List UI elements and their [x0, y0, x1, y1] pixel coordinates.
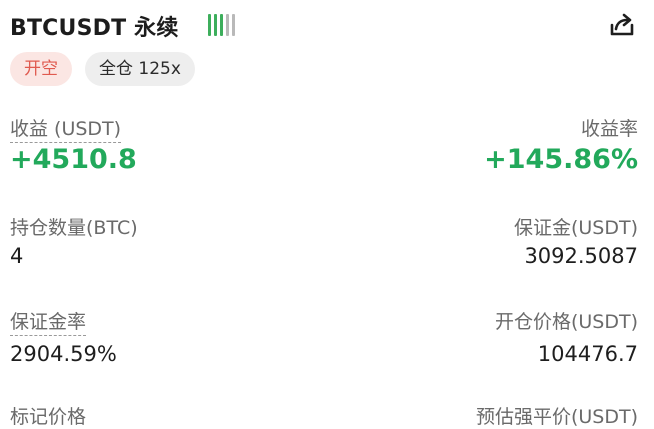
position-side-badge: 开空: [10, 52, 72, 86]
margin-ratio-label[interactable]: 保证金率: [10, 307, 87, 336]
pnl-value: +4510.8: [10, 144, 137, 175]
position-size-label: 持仓数量(BTC): [10, 217, 138, 239]
position-size-value: 4: [10, 244, 24, 268]
signal-bar: [208, 14, 211, 36]
signal-bar: [226, 14, 229, 36]
signal-strength-icon: [208, 14, 235, 36]
signal-bar: [214, 14, 217, 36]
liquidation-price-label: 预估强平价(USDT): [475, 406, 638, 428]
margin-ratio-label-text: 保证金率: [10, 311, 87, 336]
roi-value: +145.86%: [484, 144, 638, 175]
mark-price-label: 标记价格: [10, 406, 87, 428]
signal-bar: [220, 14, 223, 36]
pnl-label[interactable]: 收益 (USDT): [10, 114, 122, 143]
margin-ratio-value: 2904.59%: [10, 342, 117, 366]
signal-bar: [232, 14, 235, 36]
share-icon-glyph: [610, 13, 634, 36]
margin-label: 保证金(USDT): [513, 217, 638, 239]
share-icon[interactable]: [608, 12, 636, 38]
margin-mode-badge[interactable]: 全仓 125x: [85, 52, 195, 86]
symbol-title: BTCUSDT 永续: [10, 16, 179, 41]
pnl-label-text: 收益 (USDT): [10, 118, 122, 143]
roi-label: 收益率: [580, 118, 638, 140]
entry-price-value: 104476.7: [537, 342, 638, 366]
entry-price-label: 开仓价格(USDT): [494, 311, 638, 333]
margin-value: 3092.5087: [524, 244, 638, 268]
